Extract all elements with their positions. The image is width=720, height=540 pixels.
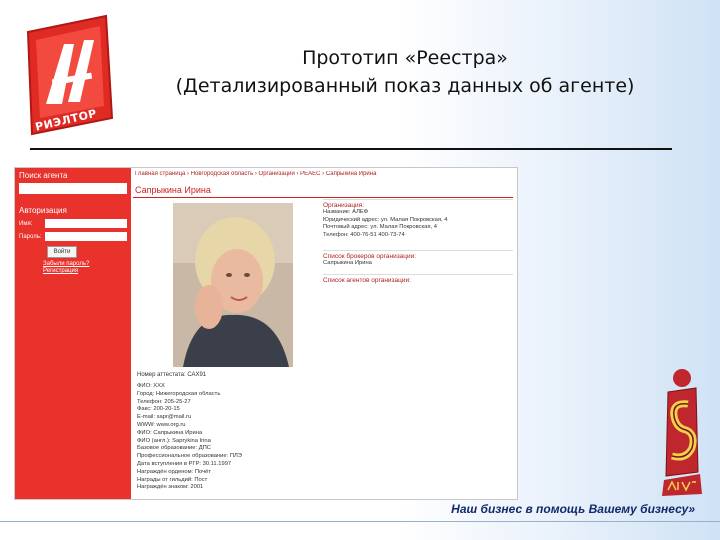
auth-header: Авторизация [19,206,67,215]
footer-rule [0,521,720,522]
detail-line: Награждён знаком: 2001 [137,484,204,491]
org-line: Юридический адрес: ул. Малая Покровская,… [323,216,448,223]
agent-photo [173,203,293,367]
detail-line: ФИО: Сапрыкина Ирина [137,429,203,436]
detail-line: Факс: 200-20-15 [137,406,180,413]
org-line: Почтовый адрес: ул. Малая Покровская, 4 [323,224,437,230]
title-line-2: (Детализированный показ данных об агенте… [175,75,635,97]
title-rule [30,148,672,150]
password-input[interactable] [45,232,127,241]
slide-title: Прототип «Реестра» (Детализированный пок… [120,44,690,100]
password-row: Пароль: [19,232,127,241]
detail-line: Награды от гильдий: Пост [137,476,208,483]
detail-line: Базовое образование: ДПС [137,445,211,452]
login-button[interactable]: Войти [47,246,77,258]
register-link[interactable]: Регистрация [43,268,131,274]
login-input[interactable] [45,219,127,228]
brokers-box: Список брокеров организации: Сапрыкина И… [323,250,513,268]
detail-line[interactable]: WWW: www.org.ru [137,422,317,430]
login-row: Имя: [19,219,127,228]
breadcrumb[interactable]: Главная страница › Новгородская область … [135,171,517,177]
organization-header: Организация: [323,202,365,209]
login-label: Имя: [19,220,33,227]
detail-line: Телефон: 205-25-27 [137,398,191,405]
detail-line: Профессиональное образование: ПЛЭ [137,453,242,460]
password-label: Пароль: [19,233,42,240]
agent-details: ФИО: ХХХ Город: Нижегородская область Те… [137,383,317,492]
name-divider [133,197,513,198]
org-line: Телефон: 400-76-51 400-73-74 [323,231,405,238]
search-input[interactable] [19,183,127,194]
main-content: Главная страница › Новгородская область … [133,168,517,499]
company-logo [662,369,702,496]
detail-line: ФИО (англ.): Saprykina Irina [137,437,211,444]
forgot-password-link[interactable]: Забыли пароль? [43,261,131,267]
detail-line: Город: Нижегородская область [137,390,221,397]
org-line[interactable]: Название: АЛЕФ [323,209,513,217]
organization-box: Организация: Название: АЛЕФ Юридический … [323,199,513,239]
detail-line[interactable]: E-mail: sapr@mail.ru [137,414,317,422]
title-line-1: Прототип «Реестра» [302,47,508,69]
detail-line: Награждён орденом: Почёт [137,468,211,475]
search-header: Поиск агента [19,171,68,180]
detail-line: Дата вступления в РГР: 30.11.1997 [137,460,232,467]
agents-header: Список агентов организации: [323,277,411,284]
brokers-header: Список брокеров организации: [323,253,417,260]
agents-box: Список агентов организации: [323,274,513,284]
slogan: Наш бизнес в помощь Вашему бизнесу» [451,502,695,516]
website-screenshot: Поиск агента Авторизация Имя: Пароль: Во… [14,167,518,500]
agent-name: Сапрыкина Ирина [135,185,211,195]
sidebar: Поиск агента Авторизация Имя: Пароль: Во… [15,168,131,499]
broker-link[interactable]: Сапрыкина Ирина [323,260,513,268]
certificate-number: Номер аттестата: САХ91 [137,372,207,378]
detail-line: ФИО: ХХХ [137,383,165,389]
